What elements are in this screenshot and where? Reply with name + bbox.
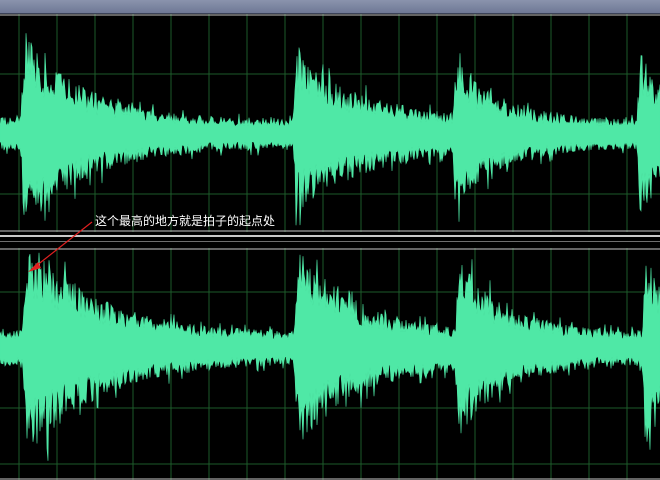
- window-title-bar[interactable]: [0, 0, 660, 14]
- divider-line-lower: [0, 241, 660, 242]
- channel-divider: [0, 232, 660, 248]
- waveform-editor: 这个最高的地方就是拍子的起点处: [0, 0, 660, 480]
- annotation-label: 这个最高的地方就是拍子的起点处: [95, 214, 276, 228]
- waveform-channel-right[interactable]: [0, 248, 660, 480]
- waveform-channel-left[interactable]: [0, 14, 660, 232]
- waveform-trace: [0, 252, 660, 461]
- divider-line-upper: [0, 235, 660, 237]
- waveform-trace: [0, 33, 660, 226]
- waveform-left-canvas: [0, 14, 660, 232]
- waveform-right-canvas: [0, 248, 660, 480]
